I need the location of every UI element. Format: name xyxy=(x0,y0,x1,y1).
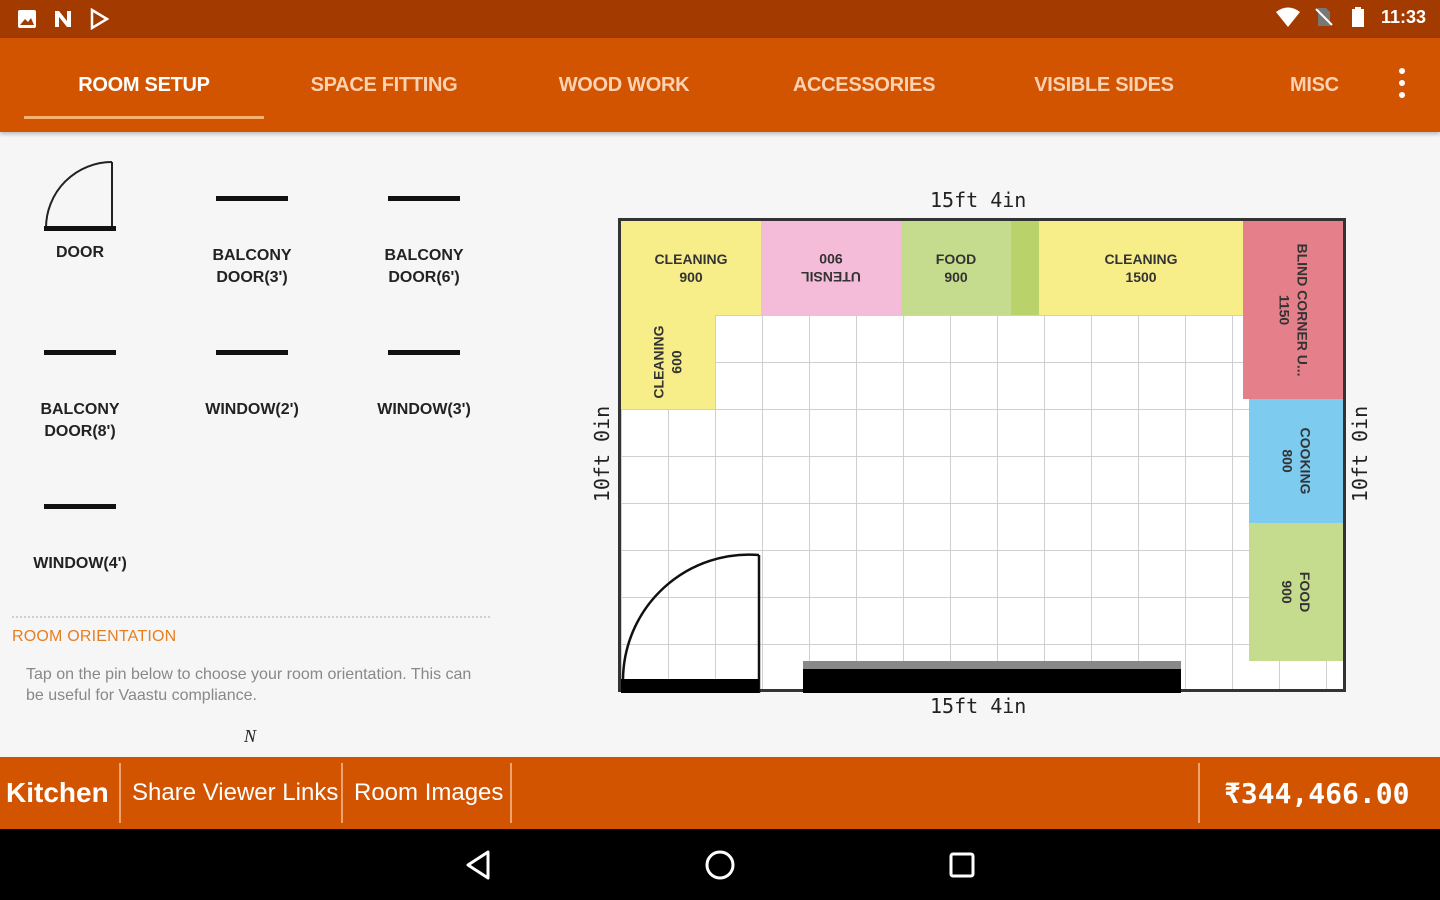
palette-item-door[interactable]: DOOR xyxy=(10,158,150,264)
cabinet-size: 1500 xyxy=(1125,269,1157,285)
cabinet-size: 1150 xyxy=(1276,294,1292,326)
balcony-door-icon xyxy=(388,196,460,201)
right-dimension: 10ft 0in xyxy=(1348,405,1372,503)
recents-icon[interactable] xyxy=(942,845,982,885)
no-sim-icon xyxy=(1315,8,1333,26)
tab-accessories[interactable]: ACCESSORIES xyxy=(744,38,984,132)
cabinet-size: 800 xyxy=(1278,449,1295,473)
room-images-button[interactable]: Room Images xyxy=(354,757,503,829)
north-pin[interactable]: N xyxy=(244,726,256,747)
plan-window-frame[interactable] xyxy=(803,661,1181,669)
palette-item-balcony-door-8[interactable]: BALCONY DOOR(8') xyxy=(10,350,150,443)
cabinet-size: 900 xyxy=(819,251,843,267)
palette-item-window-2[interactable]: WINDOW(2') xyxy=(182,350,322,421)
palette-label: BALCONY xyxy=(384,247,464,264)
tab-visible-sides[interactable]: VISIBLE SIDES xyxy=(984,38,1224,132)
bottom-bar: Kitchen Share Viewer Links Room Images ₹… xyxy=(0,757,1440,829)
palette-label: DOOR xyxy=(56,244,104,261)
orientation-description: Tap on the pin below to choose your room… xyxy=(26,666,472,704)
palette-item-balcony-door-6[interactable]: BALCONY DOOR(6') xyxy=(354,196,494,289)
left-dimension: 10ft 0in xyxy=(590,405,614,503)
cabinet-size: 900 xyxy=(944,269,968,285)
cabinet-cleaning-900[interactable]: CLEANING 900 xyxy=(621,221,761,315)
cabinet-name: COOKING xyxy=(1296,427,1313,495)
palette-item-balcony-door-3[interactable]: BALCONY DOOR(3') xyxy=(182,196,322,289)
cabinet-name: UTENSIL xyxy=(801,269,861,285)
n-icon xyxy=(55,11,71,27)
palette-item-window-3[interactable]: WINDOW(3') xyxy=(354,350,494,421)
battery-icon xyxy=(1351,7,1364,27)
tab-space-fitting[interactable]: SPACE FITTING xyxy=(264,38,504,132)
palette-label: DOOR(3') xyxy=(216,269,288,286)
cabinet-size: 900 xyxy=(1278,580,1295,604)
orientation-title: ROOM ORIENTATION xyxy=(12,628,177,645)
filler-panel[interactable] xyxy=(1011,221,1039,315)
cabinet-food-900-right[interactable]: FOOD 900 xyxy=(1249,523,1343,661)
palette-item-window-4[interactable]: WINDOW(4') xyxy=(10,504,150,575)
balcony-door-icon xyxy=(216,196,288,201)
cabinet-food-900[interactable]: FOOD 900 xyxy=(901,221,1011,315)
element-palette: DOOR BALCONY DOOR(3') BALCONY DOOR(6') BAL… xyxy=(0,132,500,756)
palette-label: WINDOW(4') xyxy=(33,555,127,572)
window-icon xyxy=(388,350,460,355)
play-store-icon xyxy=(90,8,110,30)
palette-label: WINDOW(2') xyxy=(205,401,299,418)
cabinet-name: CLEANING xyxy=(1104,251,1178,267)
active-tab-indicator xyxy=(24,116,264,119)
cabinet-cleaning-600[interactable]: CLEANING 600 xyxy=(621,315,715,409)
total-price: ₹344,466.00 xyxy=(1224,776,1410,810)
plan-window[interactable] xyxy=(803,669,1181,693)
share-viewer-links-button[interactable]: Share Viewer Links xyxy=(132,757,338,829)
floor-plan[interactable]: CLEANING 900 UTENSIL 900 FOOD 900 CLEANING 1… xyxy=(618,218,1346,693)
image-icon xyxy=(18,10,36,28)
back-icon[interactable] xyxy=(458,845,498,885)
cabinet-name: CLEANING xyxy=(651,325,667,399)
cabinet-blind-corner-1150[interactable]: BLIND CORNER U... 1150 xyxy=(1243,221,1343,399)
separator xyxy=(341,763,343,823)
tab-wood-work[interactable]: WOOD WORK xyxy=(504,38,744,132)
door-icon xyxy=(44,161,116,231)
clock: 11:33 xyxy=(1380,6,1426,27)
cabinet-utensil-900[interactable]: UTENSIL 900 xyxy=(761,221,901,315)
bottom-dimension: 15ft 4in xyxy=(930,694,1027,718)
system-nav-bar xyxy=(0,829,1440,900)
window-icon xyxy=(216,350,288,355)
palette-label: WINDOW(3') xyxy=(377,401,471,418)
balcony-door-icon xyxy=(44,350,116,355)
cabinet-name: FOOD xyxy=(1296,571,1313,613)
palette-label: BALCONY xyxy=(40,401,120,418)
cabinet-size: 900 xyxy=(679,269,703,285)
palette-label: BALCONY xyxy=(212,247,292,264)
cabinet-cleaning-1500[interactable]: CLEANING 1500 xyxy=(1039,221,1243,315)
plan-door[interactable] xyxy=(621,551,763,693)
cabinet-name: CLEANING xyxy=(654,251,728,267)
separator xyxy=(1198,763,1200,823)
home-icon[interactable] xyxy=(700,845,740,885)
palette-label: DOOR(8') xyxy=(44,423,116,440)
room-name[interactable]: Kitchen xyxy=(6,757,109,829)
window-icon xyxy=(44,504,116,509)
overflow-menu-icon[interactable] xyxy=(1398,68,1406,98)
status-bar: 11:33 xyxy=(0,0,1440,38)
tab-misc[interactable]: MISC xyxy=(1290,38,1358,132)
cabinet-size: 600 xyxy=(669,350,685,374)
divider xyxy=(12,616,490,618)
cabinet-cooking-800[interactable]: COOKING 800 xyxy=(1249,399,1343,523)
separator xyxy=(119,763,121,823)
palette-label: DOOR(6') xyxy=(388,269,460,286)
separator xyxy=(510,763,512,823)
cabinet-name: BLIND CORNER U... xyxy=(1294,243,1310,377)
top-dimension: 15ft 4in xyxy=(930,188,1027,212)
wifi-icon xyxy=(1275,7,1300,27)
cabinet-name: FOOD xyxy=(935,251,977,267)
